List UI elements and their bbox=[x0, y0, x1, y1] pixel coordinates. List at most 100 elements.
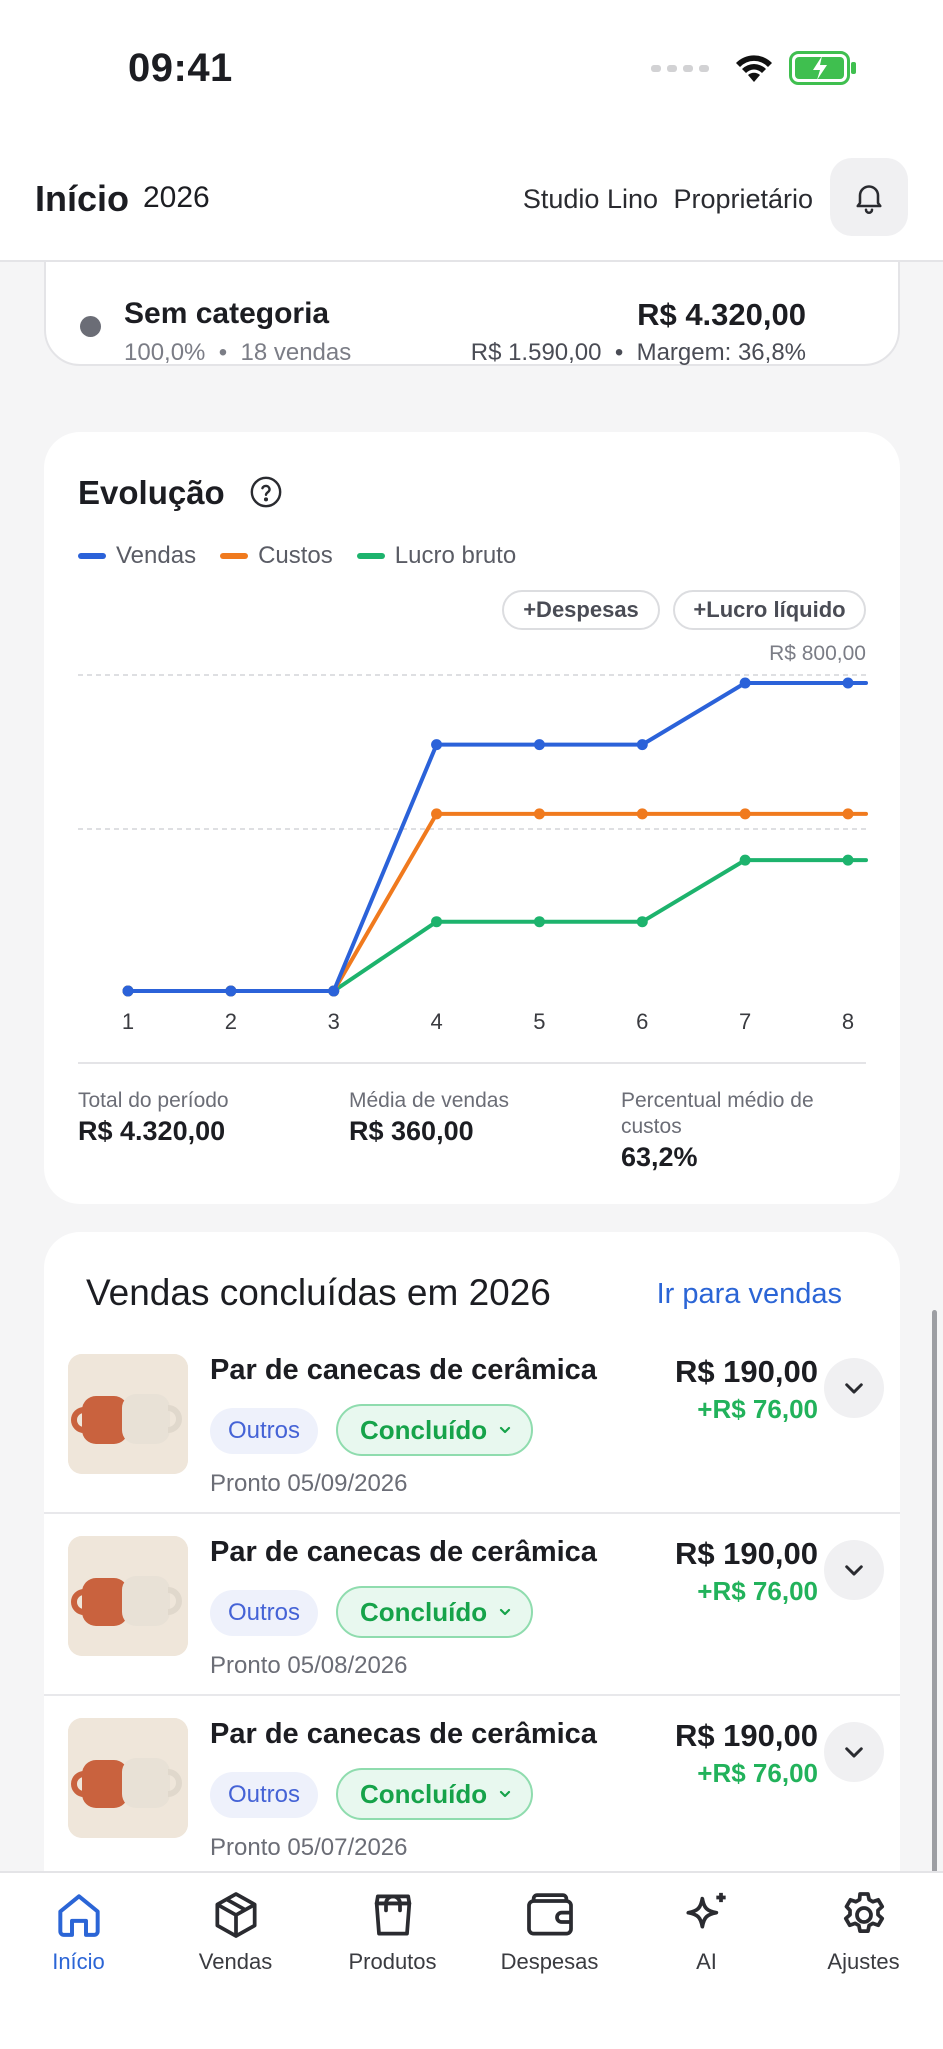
chevron-down-icon bbox=[845, 1383, 863, 1394]
category-sales-count: 18 vendas bbox=[240, 339, 352, 366]
data-point bbox=[431, 739, 443, 751]
data-point bbox=[636, 916, 648, 928]
data-point bbox=[739, 677, 751, 689]
category-margin: Margem: 36,8% bbox=[636, 339, 806, 366]
gear-icon bbox=[843, 1892, 884, 1933]
wifi-icon bbox=[736, 55, 772, 82]
sale-profit: +R$ 76,00 bbox=[697, 1394, 818, 1424]
chevron-down-icon bbox=[845, 1565, 863, 1576]
summary-label: Percentual médio de custos bbox=[621, 1089, 814, 1138]
sale-date: Pronto 05/07/2026 bbox=[210, 1834, 408, 1861]
summary-label: Total do período bbox=[78, 1089, 229, 1112]
data-point bbox=[739, 808, 751, 820]
data-point bbox=[842, 854, 854, 866]
sale-profit: +R$ 76,00 bbox=[697, 1576, 818, 1606]
status-dropdown[interactable]: Concluído bbox=[336, 1586, 534, 1638]
bell-icon bbox=[856, 185, 882, 214]
status-icons bbox=[651, 48, 857, 88]
data-point bbox=[122, 985, 134, 997]
expand-button[interactable] bbox=[824, 1540, 884, 1600]
sale-date: Pronto 05/09/2026 bbox=[210, 1470, 408, 1497]
data-point bbox=[431, 808, 443, 820]
x-tick-label: 5 bbox=[533, 1009, 545, 1034]
x-tick-label: 8 bbox=[842, 1009, 854, 1034]
sale-row[interactable]: Par de canecas de cerâmica Outros Conclu… bbox=[44, 1514, 900, 1696]
mugs-image bbox=[68, 1354, 188, 1474]
category-cost-margin: R$ 1.590,00 • Margem: 36,8% bbox=[471, 339, 806, 367]
notifications-button[interactable] bbox=[830, 158, 908, 236]
wallet-icon bbox=[526, 1893, 573, 1936]
status-label: Concluído bbox=[360, 1414, 488, 1445]
series-line bbox=[126, 811, 850, 993]
tab-despesas[interactable]: Despesas bbox=[471, 1887, 628, 1975]
product-thumbnail bbox=[68, 1536, 188, 1656]
sale-row[interactable]: Par de canecas de cerâmica Outros Conclu… bbox=[44, 1696, 900, 1871]
category-total: R$ 4.320,00 bbox=[637, 297, 806, 332]
data-point bbox=[533, 808, 545, 820]
expand-button[interactable] bbox=[824, 1358, 884, 1418]
tab-label: Ajustes bbox=[827, 1949, 900, 1974]
tab-label: Início bbox=[52, 1949, 105, 1974]
bag-icon bbox=[374, 1894, 411, 1936]
signal-icon bbox=[651, 64, 709, 72]
summary-value: 63,2% bbox=[621, 1142, 698, 1172]
mugs-image bbox=[68, 1718, 188, 1838]
summary-value: R$ 360,00 bbox=[349, 1116, 474, 1146]
data-point bbox=[431, 916, 443, 928]
category-stats: 100,0% • 18 vendas bbox=[124, 339, 351, 367]
summary-average: Média de vendas R$ 360,00 bbox=[349, 1088, 509, 1147]
category-percent: 100,0% bbox=[124, 339, 206, 366]
x-tick-label: 7 bbox=[739, 1009, 751, 1034]
tab-ai[interactable]: AI bbox=[628, 1887, 785, 1975]
category-cost: R$ 1.590,00 bbox=[470, 339, 602, 366]
status-dropdown[interactable]: Concluído bbox=[336, 1768, 534, 1820]
sale-row[interactable]: Par de canecas de cerâmica Outros Conclu… bbox=[44, 1332, 900, 1514]
tab-produtos[interactable]: Produtos bbox=[314, 1887, 471, 1975]
tab-inicio[interactable]: Início bbox=[0, 1887, 157, 1975]
product-thumbnail bbox=[68, 1354, 188, 1474]
tab-vendas[interactable]: Vendas bbox=[157, 1887, 314, 1975]
studio-name[interactable]: Studio Lino bbox=[523, 184, 658, 215]
tab-bar: Início Vendas Produtos Despesas AI Ajust… bbox=[0, 1871, 943, 2049]
evolution-card: Evolução Vendas Custos Lucro bruto +Desp… bbox=[44, 432, 900, 1204]
summary-cost-percent: Percentual médio de custos 63,2% bbox=[621, 1088, 851, 1173]
summary-value: R$ 4.320,00 bbox=[78, 1116, 226, 1146]
x-tick-label: 2 bbox=[225, 1009, 237, 1034]
chevron-down-icon bbox=[499, 1790, 511, 1798]
sale-date: Pronto 05/08/2026 bbox=[210, 1652, 408, 1679]
data-point bbox=[328, 985, 340, 997]
x-tick-label: 1 bbox=[122, 1009, 134, 1034]
sales-section-title: Vendas concluídas em 2026 bbox=[86, 1272, 551, 1313]
box-icon bbox=[214, 1892, 257, 1938]
x-tick-label: 6 bbox=[636, 1009, 648, 1034]
divider bbox=[78, 1062, 866, 1064]
year-selector[interactable]: 2026 bbox=[143, 181, 210, 215]
summary-label: Média de vendas bbox=[349, 1089, 509, 1112]
data-point bbox=[636, 739, 648, 751]
data-point bbox=[533, 916, 545, 928]
product-name: Par de canecas de cerâmica bbox=[210, 1354, 597, 1386]
category-card: Sem categoria 100,0% • 18 vendas R$ 4.32… bbox=[44, 262, 900, 366]
data-point bbox=[842, 677, 854, 689]
tab-ajustes[interactable]: Ajustes bbox=[785, 1887, 942, 1975]
expand-button[interactable] bbox=[824, 1722, 884, 1782]
series-line bbox=[126, 858, 850, 993]
chevron-down-icon bbox=[499, 1608, 511, 1616]
status-bar: 09:41 bbox=[0, 0, 943, 130]
scrollbar[interactable] bbox=[932, 1310, 937, 1871]
main-scroll[interactable]: Sem categoria 100,0% • 18 vendas R$ 4.32… bbox=[0, 262, 943, 1871]
status-dropdown[interactable]: Concluído bbox=[336, 1404, 534, 1456]
sale-price: R$ 190,00 bbox=[674, 1718, 818, 1753]
sale-price: R$ 190,00 bbox=[674, 1536, 818, 1571]
mugs-image bbox=[68, 1536, 188, 1656]
evolution-chart: R$ 800,00 1 2 3 4 5 6 7 8 bbox=[78, 642, 868, 1034]
tab-label: Despesas bbox=[500, 1949, 599, 1974]
data-point bbox=[533, 739, 545, 751]
summary-total: Total do período R$ 4.320,00 bbox=[78, 1088, 229, 1147]
go-to-sales-link[interactable]: Ir para vendas bbox=[657, 1278, 842, 1311]
completed-sales-card: Vendas concluídas em 2026 Ir para vendas… bbox=[44, 1232, 900, 1871]
sale-profit: +R$ 76,00 bbox=[697, 1758, 818, 1788]
x-tick-label: 3 bbox=[328, 1009, 340, 1034]
data-point bbox=[842, 808, 854, 820]
sale-price: R$ 190,00 bbox=[674, 1354, 818, 1389]
